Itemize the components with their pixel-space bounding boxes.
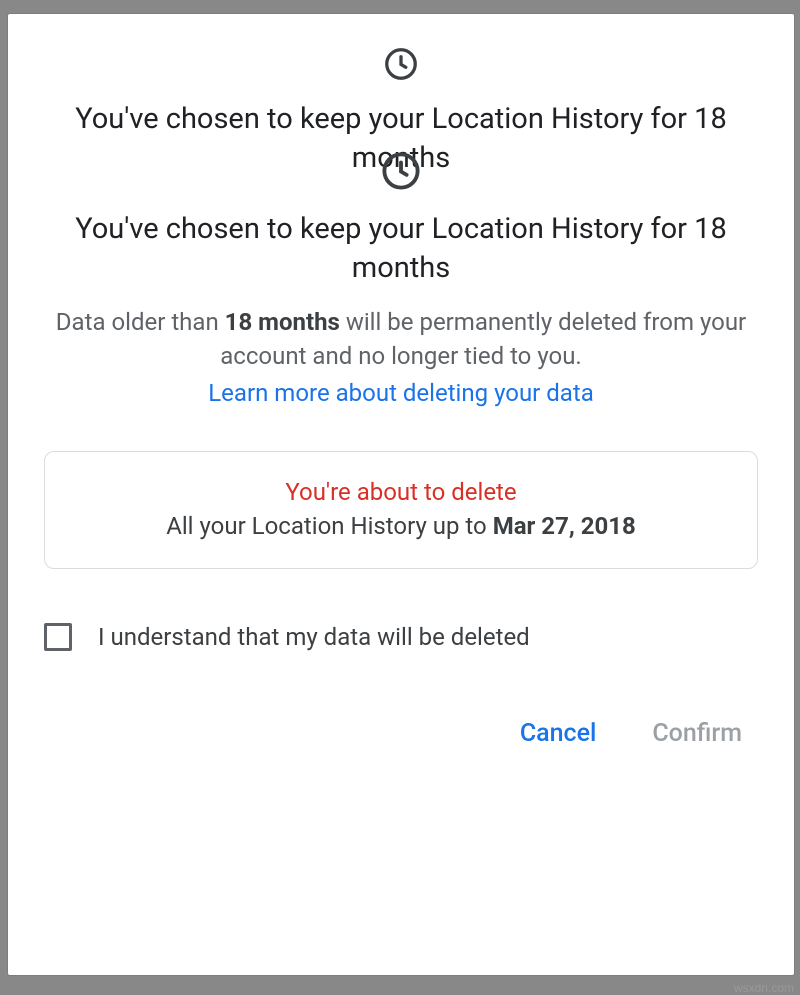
watermark: wsxdn.com xyxy=(734,981,794,995)
button-row: Cancel Confirm xyxy=(8,713,794,754)
dialog-heading: You've chosen to keep your Location Hist… xyxy=(8,210,794,288)
clock-icon xyxy=(8,150,794,196)
consent-checkbox[interactable] xyxy=(44,623,72,651)
warning-date: Mar 27, 2018 xyxy=(493,512,636,540)
confirmation-dialog: You've chosen to keep your Location Hist… xyxy=(8,14,794,975)
cancel-button[interactable]: Cancel xyxy=(516,713,601,754)
learn-more-link[interactable]: Learn more about deleting your data xyxy=(44,377,758,411)
consent-label: I understand that my data will be delete… xyxy=(98,623,530,651)
consent-row: I understand that my data will be delete… xyxy=(8,623,794,651)
body-prefix: Data older than xyxy=(56,308,225,336)
confirm-button[interactable]: Confirm xyxy=(648,713,746,754)
warning-body-prefix: All your Location History up to xyxy=(166,512,493,540)
dialog-body: Data older than 18 months will be perman… xyxy=(8,306,794,411)
body-strong: 18 months xyxy=(225,308,340,336)
warning-body: All your Location History up to Mar 27, … xyxy=(65,512,737,540)
clock-icon xyxy=(8,46,794,86)
main-block: You've chosen to keep your Location Hist… xyxy=(8,150,794,754)
warning-box: You're about to delete All your Location… xyxy=(44,451,758,569)
warning-title: You're about to delete xyxy=(65,478,737,506)
